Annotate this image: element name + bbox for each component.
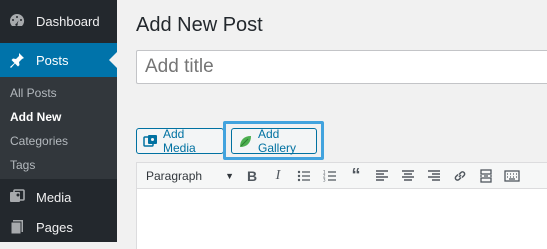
editor-toolbar: Paragraph ▼ B I 123 “ bbox=[136, 162, 547, 189]
sidebar-item-dashboard[interactable]: Dashboard bbox=[0, 4, 117, 38]
align-center-icon bbox=[402, 169, 414, 181]
sidebar-item-posts[interactable]: Posts bbox=[0, 43, 117, 77]
link-button[interactable] bbox=[448, 165, 472, 187]
italic-icon: I bbox=[275, 167, 281, 183]
submenu-all-posts[interactable]: All Posts bbox=[10, 86, 57, 100]
dashboard-icon bbox=[7, 11, 27, 31]
add-media-label: Add Media bbox=[163, 127, 196, 155]
sidebar-item-label: Media bbox=[36, 189, 72, 205]
toolbar-toggle-button[interactable] bbox=[500, 165, 524, 187]
submenu-tags[interactable]: Tags bbox=[10, 158, 35, 172]
italic-button[interactable]: I bbox=[266, 165, 290, 187]
media-camera-icon bbox=[143, 134, 158, 149]
numbered-list-icon: 123 bbox=[323, 169, 336, 182]
align-left-button[interactable] bbox=[370, 165, 394, 187]
blockquote-button[interactable]: “ bbox=[344, 165, 368, 187]
svg-text:3: 3 bbox=[323, 177, 326, 182]
bullet-list-icon bbox=[297, 170, 310, 181]
align-left-icon bbox=[376, 169, 388, 181]
bold-icon: B bbox=[246, 167, 258, 184]
post-title-input[interactable] bbox=[136, 50, 547, 84]
sidebar-item-pages[interactable]: Pages bbox=[0, 210, 117, 244]
sidebar-item-label: Posts bbox=[36, 52, 69, 68]
keyboard-icon bbox=[504, 169, 520, 182]
format-select[interactable]: Paragraph ▼ bbox=[142, 166, 238, 186]
blockquote-icon: “ bbox=[351, 165, 361, 185]
select-arrow-icon: ▼ bbox=[225, 170, 234, 181]
link-icon bbox=[454, 170, 466, 181]
align-right-icon bbox=[428, 169, 440, 181]
align-center-button[interactable] bbox=[396, 165, 420, 187]
media-icon bbox=[7, 187, 27, 207]
pushpin-icon bbox=[7, 50, 27, 70]
posts-submenu: All Posts Add New Categories Tags bbox=[0, 77, 117, 179]
align-right-button[interactable] bbox=[422, 165, 446, 187]
sidebar-item-label: Pages bbox=[36, 219, 73, 235]
format-select-value: Paragraph bbox=[146, 168, 203, 183]
editor-content-area[interactable] bbox=[136, 189, 547, 249]
bold-button[interactable]: B bbox=[240, 165, 264, 187]
add-media-button[interactable]: Add Media bbox=[136, 127, 224, 155]
read-more-icon bbox=[480, 168, 492, 183]
page-title: Add New Post bbox=[136, 14, 263, 36]
read-more-button[interactable] bbox=[474, 165, 498, 187]
gallery-highlight-frame bbox=[223, 121, 324, 160]
sidebar-item-media[interactable]: Media bbox=[0, 180, 117, 214]
admin-sidebar: Dashboard Posts All Posts Add New Catego… bbox=[0, 0, 117, 242]
submenu-add-new[interactable]: Add New bbox=[10, 110, 61, 124]
numbered-list-button[interactable]: 123 bbox=[318, 165, 342, 187]
pages-icon bbox=[7, 217, 27, 237]
submenu-categories[interactable]: Categories bbox=[10, 134, 68, 148]
bullet-list-button[interactable] bbox=[292, 165, 316, 187]
sidebar-item-label: Dashboard bbox=[36, 13, 100, 29]
